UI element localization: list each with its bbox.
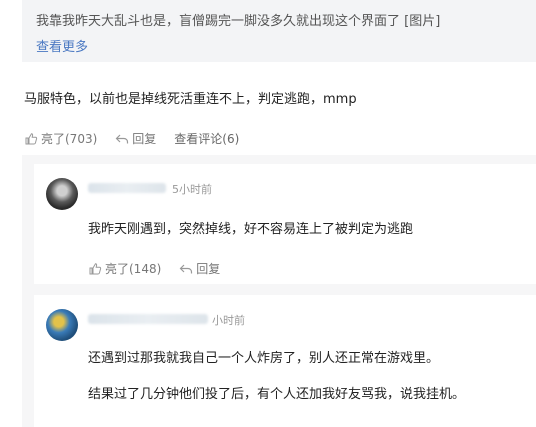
reply-text: 结果过了几分钟他们投了后，有个人还加我好友骂我，说我挂机。 bbox=[88, 387, 466, 402]
like-button[interactable]: 亮了(148) bbox=[88, 260, 161, 277]
reply-actions: 亮了(148) 回复 bbox=[88, 260, 238, 277]
avatar[interactable] bbox=[46, 178, 78, 210]
like-count: 亮了(703) bbox=[41, 132, 98, 146]
quoted-comment: 我靠我昨天大乱斗也是，盲僧踢完一脚没多久就出现这个界面了 [图片] 查看更多 bbox=[22, 0, 536, 62]
reply-label: 回复 bbox=[196, 262, 221, 276]
reply-arrow-icon bbox=[115, 134, 129, 143]
reply-button[interactable]: 回复 bbox=[179, 260, 220, 277]
reply-label: 回复 bbox=[132, 132, 157, 146]
quoted-comment-text: 我靠我昨天大乱斗也是，盲僧踢完一脚没多久就出现这个界面了 [图片] bbox=[36, 14, 441, 29]
like-count: 亮了(148) bbox=[105, 262, 162, 276]
view-comments-link[interactable]: 查看评论(6) bbox=[174, 130, 239, 147]
username-redacted[interactable] bbox=[88, 183, 166, 193]
thumbs-up-icon bbox=[89, 262, 102, 274]
reply-arrow-icon bbox=[179, 264, 193, 273]
reply-item: 5小时前 我昨天刚遇到，突然掉线，好不容易连上了被判定为逃跑 亮了(148) 回… bbox=[34, 164, 536, 284]
reply-item: 小时前 还遇到过那我就我自己一个人炸房了，别人还正常在游戏里。 结果过了几分钟他… bbox=[34, 295, 536, 427]
comment-text: 马服特色，以前也是掉线死活重连不上，判定逃跑，mmp bbox=[24, 92, 357, 107]
reply-time: 小时前 bbox=[212, 314, 245, 327]
avatar[interactable] bbox=[46, 309, 78, 341]
reply-button[interactable]: 回复 bbox=[115, 130, 156, 147]
thumbs-up-icon bbox=[25, 132, 38, 144]
reply-time: 5小时前 bbox=[172, 183, 212, 196]
like-button[interactable]: 亮了(703) bbox=[24, 130, 97, 147]
view-more-link[interactable]: 查看更多 bbox=[36, 36, 88, 55]
username-redacted[interactable] bbox=[88, 314, 208, 324]
reply-text: 我昨天刚遇到，突然掉线，好不容易连上了被判定为逃跑 bbox=[88, 222, 414, 237]
reply-text: 还遇到过那我就我自己一个人炸房了，别人还正常在游戏里。 bbox=[88, 351, 440, 366]
replies-panel: 5小时前 我昨天刚遇到，突然掉线，好不容易连上了被判定为逃跑 亮了(148) 回… bbox=[22, 155, 536, 427]
comment-actions: 亮了(703) 回复 查看评论(6) bbox=[24, 130, 257, 147]
view-comments-label: 查看评论(6) bbox=[174, 132, 240, 146]
